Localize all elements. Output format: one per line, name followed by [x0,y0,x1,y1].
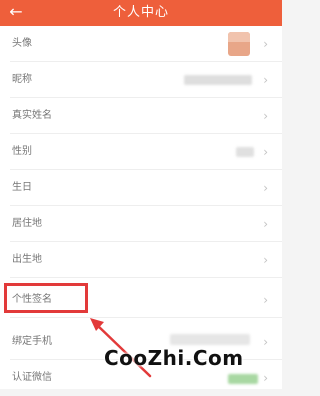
divider [10,277,282,278]
avatar [228,32,250,56]
chevron-right-icon: › [263,217,268,231]
row-label: 出生地 [12,254,42,265]
row-avatar[interactable]: 头像 › [0,26,282,62]
watermark: CooZhi.Com [104,346,244,370]
page-title: 个人中心 [112,5,169,20]
row-birthplace[interactable]: 出生地 › [0,242,282,278]
chevron-right-icon: › [263,181,268,195]
chevron-right-icon: › [263,109,268,123]
row-label: 生日 [12,182,32,193]
profile-list: 头像 › 昵称 › 真实姓名 › 性别 › 生日 › 居住地 › 出生地 › 个… [0,26,282,389]
row-label: 认证微信 [12,372,52,383]
row-gender[interactable]: 性别 › [0,134,282,170]
chevron-right-icon: › [263,293,268,307]
row-label: 头像 [12,38,32,49]
chevron-right-icon: › [263,253,268,267]
row-real-name[interactable]: 真实姓名 › [0,98,282,134]
row-label: 居住地 [12,218,42,229]
row-birthday[interactable]: 生日 › [0,170,282,206]
chevron-right-icon: › [263,73,268,87]
chevron-right-icon: › [263,371,268,385]
row-label: 性别 [12,146,32,157]
row-residence[interactable]: 居住地 › [0,206,282,242]
row-label: 真实姓名 [12,110,52,121]
chevron-right-icon: › [263,37,268,51]
chevron-right-icon: › [263,335,268,349]
row-label: 绑定手机 [12,336,52,347]
gender-value-blurred [236,147,254,157]
top-bar: ← 个人中心 [0,0,282,26]
chevron-right-icon: › [263,145,268,159]
row-label: 昵称 [12,74,32,85]
nickname-value-blurred [184,75,252,85]
row-nickname[interactable]: 昵称 › [0,62,282,98]
highlight-box [4,283,88,313]
divider [10,317,282,318]
